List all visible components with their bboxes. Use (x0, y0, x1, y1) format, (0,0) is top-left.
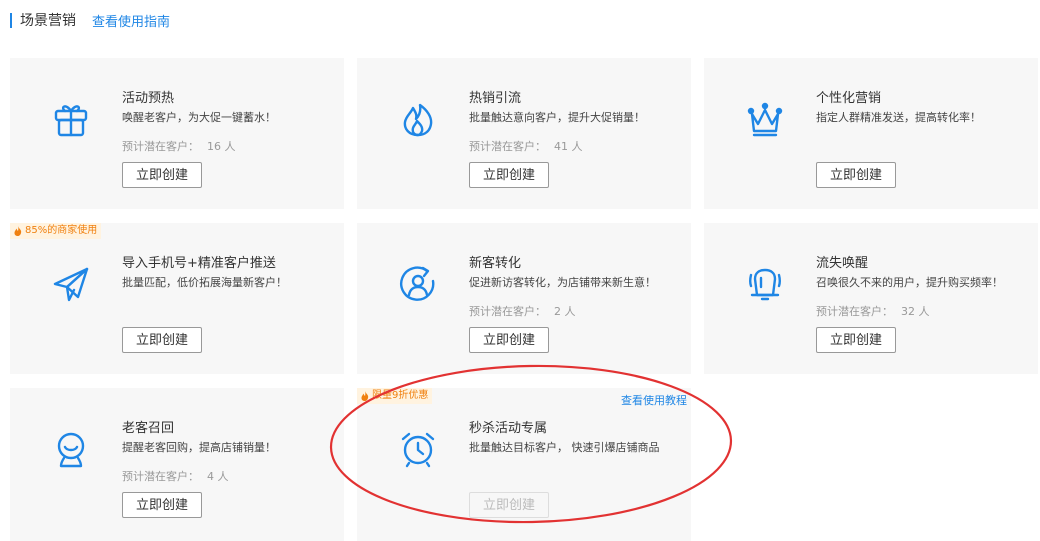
potential-label: 预计潜在客户： (469, 305, 546, 318)
card-title: 老客召回 (122, 421, 175, 436)
card-title: 导入手机号+精准客户推送 (122, 256, 276, 271)
flame-icon (399, 100, 437, 138)
card-description: 唤醒老客户，为大促一键蓄水！ (122, 111, 276, 124)
card-description: 召唤很久不来的用户，提升购买频率！ (816, 276, 1003, 289)
card-personalized-marketing: 个性化营销 指定人群精准发送，提高转化率！ 立即创建 (704, 58, 1038, 209)
user-refresh-icon (399, 265, 437, 303)
view-guide-link[interactable]: 查看使用指南 (92, 11, 170, 30)
potential-customers: 预计潜在客户： 2 人 (469, 303, 576, 319)
create-now-button[interactable]: 立即创建 (469, 162, 549, 188)
create-now-button[interactable]: 立即创建 (816, 162, 896, 188)
card-description: 批量触达意向客户，提升大促销量！ (469, 111, 645, 124)
header-accent-bar (10, 12, 12, 28)
create-now-button[interactable]: 立即创建 (469, 327, 549, 353)
potential-customers: 预计潜在客户： 4 人 (122, 468, 229, 484)
card-title: 个性化营销 (816, 91, 882, 106)
card-hot-sale-traffic: 热销引流 批量触达意向客户，提升大促销量！ 预计潜在客户： 41 人 立即创建 (357, 58, 691, 209)
card-title: 新客转化 (469, 256, 522, 271)
discount-badge: 限量9折优惠 (357, 388, 433, 404)
alarm-clock-icon (399, 430, 437, 468)
page-title: 场景营销 (20, 13, 76, 29)
card-description: 批量触达目标客户， 快速引爆店铺商品 (469, 441, 660, 454)
badge-text: 限量9折优惠 (372, 390, 429, 401)
gift-icon (52, 100, 90, 138)
potential-customers: 预计潜在客户： 32 人 (816, 303, 930, 319)
card-description: 批量匹配，低价拓展海量新客户！ (122, 276, 287, 289)
card-description: 提醒老客回购，提高店铺销量！ (122, 441, 276, 454)
badge-text: 85%的商家使用 (25, 225, 98, 236)
potential-label: 预计潜在客户： (816, 305, 893, 318)
small-flame-icon (361, 391, 369, 401)
card-description: 指定人群精准发送，提高转化率！ (816, 111, 981, 124)
potential-label: 预计潜在客户： (122, 140, 199, 153)
potential-label: 预计潜在客户： (469, 140, 546, 153)
small-flame-icon (14, 226, 22, 236)
create-now-button[interactable]: 立即创建 (122, 327, 202, 353)
create-now-button[interactable]: 立即创建 (816, 327, 896, 353)
card-new-customer-conversion: 新客转化 促进新访客转化，为店铺带来新生意！ 预计潜在客户： 2 人 立即创建 (357, 223, 691, 374)
card-title: 活动预热 (122, 91, 175, 106)
potential-value: 41 人 (554, 140, 583, 153)
card-title: 流失唤醒 (816, 256, 869, 271)
create-now-button[interactable]: 立即创建 (122, 162, 202, 188)
create-now-button-disabled: 立即创建 (469, 492, 549, 518)
bell-icon (746, 265, 784, 303)
potential-value: 16 人 (207, 140, 236, 153)
card-old-customer-recall: 老客召回 提醒老客回购，提高店铺销量！ 预计潜在客户： 4 人 立即创建 (10, 388, 344, 541)
potential-value: 2 人 (554, 305, 576, 318)
card-import-phone-push: 85%的商家使用 导入手机号+精准客户推送 批量匹配，低价拓展海量新客户！ 立即… (10, 223, 344, 374)
potential-customers: 预计潜在客户： 41 人 (469, 138, 583, 154)
card-title: 热销引流 (469, 91, 522, 106)
crown-icon (746, 100, 784, 138)
card-activity-warmup: 活动预热 唤醒老客户，为大促一键蓄水！ 预计潜在客户： 16 人 立即创建 (10, 58, 344, 209)
potential-label: 预计潜在客户： (122, 470, 199, 483)
view-tutorial-link[interactable]: 查看使用教程 (621, 392, 687, 408)
card-description: 促进新访客转化，为店铺带来新生意！ (469, 276, 656, 289)
potential-value: 32 人 (901, 305, 930, 318)
potential-value: 4 人 (207, 470, 229, 483)
card-churn-wakeup: 流失唤醒 召唤很久不来的用户，提升购买频率！ 预计潜在客户： 32 人 立即创建 (704, 223, 1038, 374)
paper-plane-icon (52, 265, 90, 303)
potential-customers: 预计潜在客户： 16 人 (122, 138, 236, 154)
section-header: 场景营销 查看使用指南 (10, 10, 170, 30)
card-flash-sale: 限量9折优惠 查看使用教程 秒杀活动专属 批量触达目标客户， 快速引爆店铺商品 … (357, 388, 691, 541)
usage-badge: 85%的商家使用 (10, 223, 102, 239)
card-title: 秒杀活动专属 (469, 421, 548, 436)
create-now-button[interactable]: 立即创建 (122, 492, 202, 518)
smile-user-icon (52, 430, 90, 468)
